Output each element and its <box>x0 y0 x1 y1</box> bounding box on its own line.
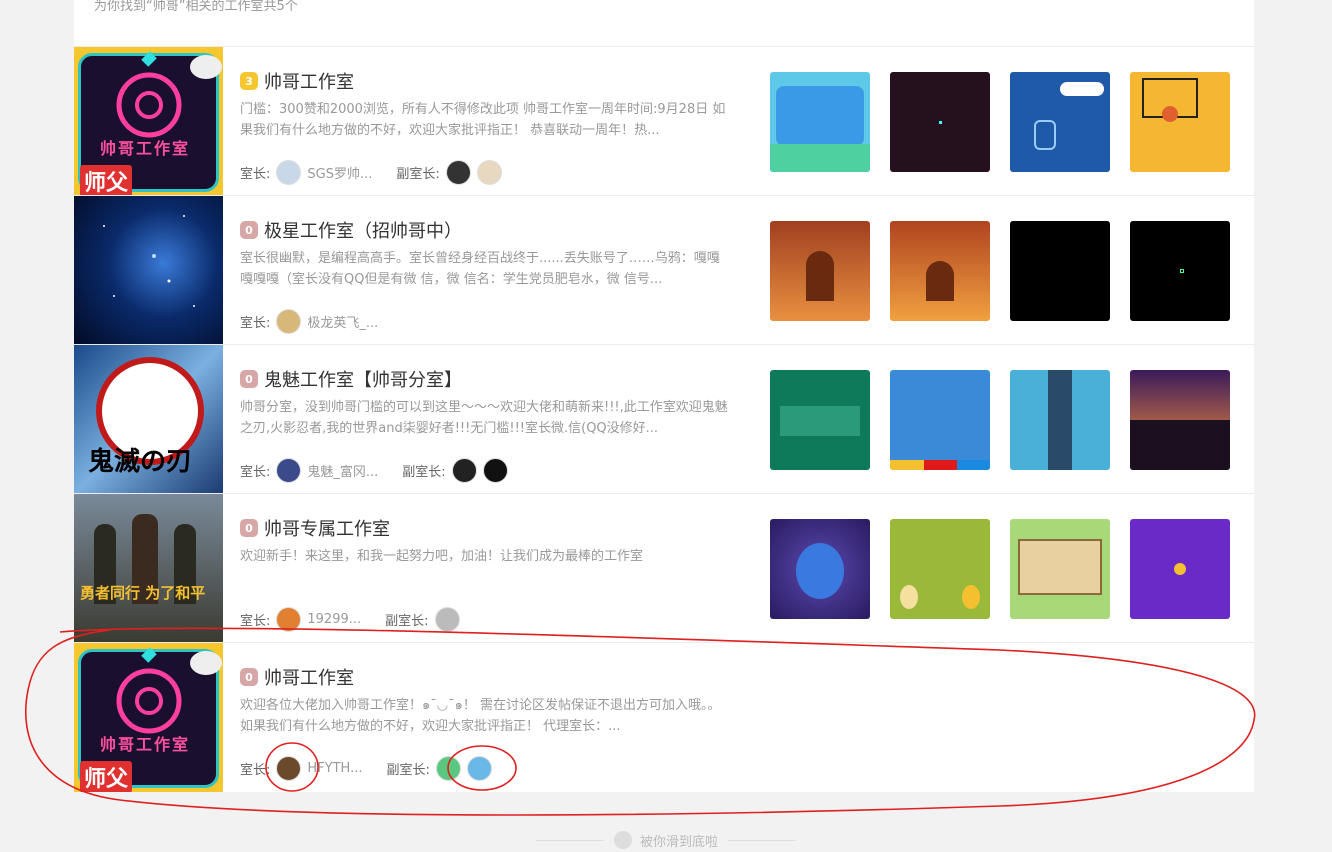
studio-cover[interactable] <box>74 196 223 345</box>
owner-label: 室长: <box>240 166 271 182</box>
owner-avatar[interactable] <box>276 457 302 483</box>
project-thumbnail[interactable] <box>770 72 870 172</box>
deputy-avatar[interactable] <box>434 606 460 632</box>
deputy-label: 副室长: <box>386 762 430 778</box>
project-thumbnail[interactable] <box>770 370 870 470</box>
studio-description: 室长很幽默，是编程高高手。室长曾经身经百战终于......丢失账号了……乌鸦：嘎… <box>240 251 720 287</box>
deputy-label: 副室长: <box>402 464 446 480</box>
project-thumbnail[interactable] <box>890 370 990 470</box>
deputy-label: 副室长: <box>396 166 440 182</box>
project-thumbnail[interactable] <box>1010 221 1110 321</box>
project-thumbnail[interactable] <box>1010 519 1110 619</box>
divider <box>535 839 604 841</box>
owner-avatar[interactable] <box>276 606 302 632</box>
studio-cover[interactable]: 帅哥工作室 师父 <box>74 643 223 792</box>
deputy-avatar[interactable] <box>435 755 461 781</box>
project-thumbnail[interactable] <box>770 221 870 321</box>
owner-label: 室长: <box>240 762 271 778</box>
studio-row[interactable]: 鬼滅の刃 0 鬼魅工作室【帅哥分室】 帅哥分室，没到帅哥门槛的可以到这里～～～欢… <box>74 344 1254 494</box>
studio-description: 欢迎各位大佬加入帅哥工作室！๑¯◡¯๑！ 需在讨论区发帖保证不退出方可加入哦。。… <box>240 698 721 734</box>
cover-badge: 师父 <box>80 761 133 792</box>
deputy-avatar[interactable] <box>476 159 502 185</box>
studio-row[interactable]: 帅哥工作室 师父 3 帅哥工作室 门槛：300赞和2000浏览，所有人不得修改此… <box>74 46 1254 196</box>
cover-text: 帅哥工作室 <box>100 139 191 158</box>
studio-cover[interactable]: 帅哥工作室 师父 <box>74 47 223 196</box>
studio-description: 门槛：300赞和2000浏览，所有人不得修改此项 帅哥工作室一周年时间:9月28… <box>240 102 726 138</box>
project-thumbnail[interactable] <box>1130 370 1230 470</box>
studio-title[interactable]: 帅哥专属工作室 <box>264 515 390 541</box>
deputy-avatar[interactable] <box>466 755 492 781</box>
project-thumbnail[interactable] <box>890 221 990 321</box>
project-thumbnail[interactable] <box>1130 221 1230 321</box>
owner-name[interactable]: SGS罗帅... <box>307 163 372 182</box>
owner-name[interactable]: 鬼魅_富冈... <box>307 461 378 480</box>
deputy-label: 副室长: <box>385 613 429 629</box>
studio-row[interactable]: 帅哥工作室 师父 0 帅哥工作室 欢迎各位大佬加入帅哥工作室！๑¯◡¯๑！ 需在… <box>74 642 1254 792</box>
owner-name[interactable]: HFYTH... <box>307 761 362 776</box>
studio-cover[interactable]: 勇者同行 为了和平 <box>74 494 223 643</box>
studio-title[interactable]: 鬼魅工作室【帅哥分室】 <box>264 366 462 392</box>
owner-label: 室长: <box>240 315 271 331</box>
studio-row[interactable]: 勇者同行 为了和平 0 帅哥专属工作室 欢迎新手！来这里，和我一起努力吧，加油！… <box>74 493 1254 643</box>
level-badge: 3 <box>240 72 258 90</box>
deputy-avatar[interactable] <box>482 457 508 483</box>
level-badge: 0 <box>240 668 258 686</box>
studio-description: 欢迎新手！来这里，和我一起努力吧，加油！让我们成为最棒的工作室 <box>240 549 644 564</box>
owner-avatar[interactable] <box>276 308 302 334</box>
end-of-list-text: 被你滑到底啦 <box>639 834 718 850</box>
level-badge: 0 <box>240 370 258 388</box>
studio-cover[interactable]: 鬼滅の刃 <box>74 345 223 494</box>
result-count: 为你找到“帅哥”相关的工作室共5个 <box>94 0 298 14</box>
studio-list-panel: 为你找到“帅哥”相关的工作室共5个 帅哥工作室 师父 3 帅哥工作室 门槛：30… <box>74 0 1254 792</box>
divider <box>728 839 796 841</box>
project-thumbnail[interactable] <box>890 72 990 172</box>
level-badge: 0 <box>240 519 258 537</box>
deputy-avatar[interactable] <box>451 457 477 483</box>
studio-title[interactable]: 帅哥工作室 <box>264 664 354 690</box>
end-of-list-footer: 被你滑到底啦 <box>0 828 1332 852</box>
cover-text: 勇者同行 为了和平 <box>80 584 206 602</box>
owner-avatar[interactable] <box>276 755 302 781</box>
cover-badge: 师父 <box>80 165 133 196</box>
project-thumbnail[interactable] <box>890 519 990 619</box>
owner-label: 室长: <box>240 613 271 629</box>
project-thumbnail[interactable] <box>1130 519 1230 619</box>
project-thumbnail[interactable] <box>1010 72 1110 172</box>
cover-text: 鬼滅の刃 <box>88 447 193 477</box>
studio-description: 帅哥分室，没到帅哥门槛的可以到这里～～～欢迎大佬和萌新来!!!,此工作室欢迎鬼魅… <box>240 400 728 436</box>
project-thumbnail[interactable] <box>1010 370 1110 470</box>
project-thumbnail[interactable] <box>770 519 870 619</box>
studio-row[interactable]: 0 极星工作室（招帅哥中） 室长很幽默，是编程高高手。室长曾经身经百战终于...… <box>74 195 1254 345</box>
project-thumbnail[interactable] <box>1130 72 1230 172</box>
owner-name[interactable]: 极龙英飞_... <box>307 312 378 331</box>
level-badge: 0 <box>240 221 258 239</box>
owner-avatar[interactable] <box>276 159 302 185</box>
cover-text: 帅哥工作室 <box>100 735 191 754</box>
studio-title[interactable]: 极星工作室（招帅哥中） <box>264 217 462 243</box>
mascot-icon <box>613 831 632 849</box>
owner-label: 室长: <box>240 464 271 480</box>
studio-title[interactable]: 帅哥工作室 <box>264 68 354 94</box>
deputy-avatar[interactable] <box>445 159 471 185</box>
owner-name[interactable]: 19299... <box>307 612 361 627</box>
